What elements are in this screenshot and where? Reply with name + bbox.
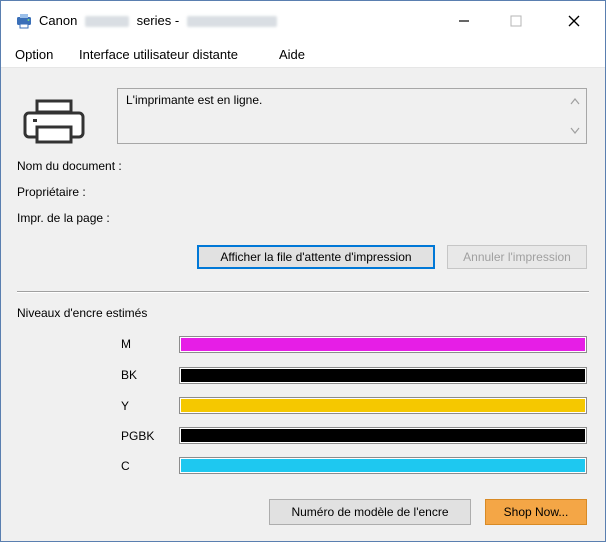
printer-status-window: Canon series - Option Interface utilisat… (0, 0, 606, 542)
ink-bar-bk (179, 367, 587, 384)
scroll-up-icon[interactable] (570, 97, 580, 105)
printer-icon (23, 99, 85, 144)
canon-printer-app-icon (17, 14, 31, 29)
ink-fill-bk (181, 369, 585, 382)
ink-label-c: C (121, 459, 130, 473)
ink-label-y: Y (121, 399, 130, 413)
menu-remote-ui[interactable]: Interface utilisateur distante (79, 47, 238, 62)
minimize-button[interactable] (441, 5, 487, 37)
ink-bar-y (179, 397, 587, 414)
ink-fill-m (181, 338, 585, 351)
maximize-button[interactable] (493, 5, 539, 37)
ink-fill-pgbk (181, 429, 585, 442)
title-bar[interactable]: Canon series - (1, 1, 605, 41)
ink-label-m: M (121, 337, 131, 351)
ink-fill-y (181, 399, 585, 412)
ink-label-bk: BK (121, 368, 138, 382)
printing-page-label: Impr. de la page : (17, 211, 110, 225)
status-message: L'imprimante est en ligne. (126, 93, 263, 107)
redacted-port (186, 16, 277, 28)
ink-label-pgbk: PGBK (121, 429, 155, 443)
maximize-icon (510, 15, 522, 27)
title-brand: Canon (39, 13, 78, 28)
shop-now-button[interactable]: Shop Now... (485, 499, 587, 525)
status-message-box[interactable]: L'imprimante est en ligne. (117, 88, 587, 144)
close-icon (568, 15, 580, 27)
ink-bar-m (179, 336, 587, 353)
close-button[interactable] (551, 5, 597, 37)
redacted-model (84, 16, 129, 28)
show-print-queue-button[interactable]: Afficher la file d'attente d'impression (197, 245, 435, 269)
minimize-icon (459, 20, 469, 22)
menu-help[interactable]: Aide (279, 47, 305, 62)
separator (17, 291, 589, 293)
ink-model-number-button[interactable]: Numéro de modèle de l'encre (269, 499, 471, 525)
ink-bar-c (179, 457, 587, 474)
scroll-down-icon[interactable] (570, 127, 580, 135)
owner-label: Propriétaire : (17, 185, 86, 199)
menu-bar: Option Interface utilisateur distante Ai… (1, 41, 605, 68)
cancel-printing-button[interactable]: Annuler l'impression (447, 245, 587, 269)
document-name-label: Nom du document : (17, 159, 122, 173)
menu-option[interactable]: Option (15, 47, 53, 62)
window-title: Canon series - (39, 13, 277, 28)
ink-levels-title: Niveaux d'encre estimés (17, 306, 148, 320)
ink-fill-c (181, 459, 585, 472)
ink-bar-pgbk (179, 427, 587, 444)
title-series: series - (136, 13, 180, 28)
